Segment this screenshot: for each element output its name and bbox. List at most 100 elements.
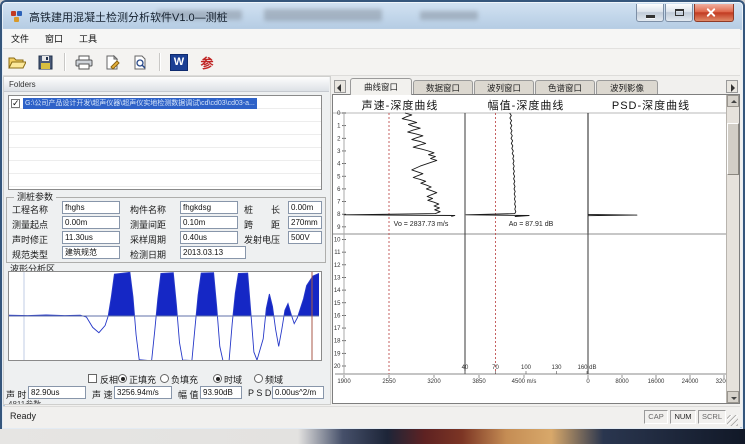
svg-text:1900: 1900 bbox=[337, 379, 351, 385]
preview-button[interactable] bbox=[128, 51, 152, 73]
sound-speed-field[interactable]: 3256.94m/s bbox=[114, 386, 172, 399]
open-button[interactable] bbox=[5, 51, 29, 73]
field-label: 跨 距 bbox=[244, 218, 280, 231]
svg-text:5: 5 bbox=[337, 174, 341, 180]
svg-text:9: 9 bbox=[337, 225, 341, 231]
pile-length-field[interactable]: 0.00m bbox=[288, 201, 322, 214]
depth-curves-plot: 0123456789101112131415161718192019002550… bbox=[333, 95, 726, 403]
svg-text:32000: 32000 bbox=[716, 379, 726, 385]
tab-curve-window[interactable]: 曲线窗口 bbox=[350, 78, 412, 95]
word-report-button[interactable]: W bbox=[167, 51, 191, 73]
fill-negative-radio[interactable] bbox=[160, 374, 169, 383]
svg-text:11: 11 bbox=[334, 250, 341, 256]
menu-file[interactable]: 文件 bbox=[3, 30, 37, 47]
glass-reflection bbox=[420, 11, 478, 20]
sample-period-field[interactable]: 0.40us bbox=[180, 231, 238, 244]
toolbar-separator bbox=[64, 53, 65, 71]
app-icon bbox=[11, 11, 24, 22]
velocity-chart-title: 声速-深度曲线 bbox=[333, 97, 467, 113]
voltage-field[interactable]: 500V bbox=[288, 231, 322, 244]
svg-text:16000: 16000 bbox=[648, 379, 665, 385]
amplitude-chart-title: 幅值-深度曲线 bbox=[459, 97, 593, 113]
save-button[interactable] bbox=[33, 51, 57, 73]
folders-panel-header[interactable]: Folders bbox=[4, 77, 329, 92]
up-arrow-icon bbox=[731, 100, 737, 103]
fill-positive-radio[interactable] bbox=[118, 374, 127, 383]
minimize-button[interactable] bbox=[636, 4, 664, 22]
amplitude-field[interactable]: 93.90dB bbox=[200, 386, 242, 399]
svg-text:2: 2 bbox=[337, 136, 341, 142]
scroll-up-button[interactable] bbox=[727, 95, 739, 107]
caps-indicator: CAP bbox=[644, 410, 668, 424]
file-checkbox[interactable] bbox=[11, 99, 20, 108]
freq-domain-label: 频域 bbox=[265, 373, 283, 386]
tab-scroll-left-button[interactable] bbox=[334, 80, 346, 93]
waveform-plot bbox=[9, 272, 321, 360]
parameter-icon: 参 bbox=[200, 53, 213, 72]
component-name-field[interactable]: fhgkdsg bbox=[180, 201, 238, 214]
svg-text:13: 13 bbox=[334, 275, 341, 281]
menu-tools[interactable]: 工具 bbox=[71, 30, 105, 47]
print-button[interactable] bbox=[72, 51, 96, 73]
tab-spectrum-window[interactable]: 色谱窗口 bbox=[535, 80, 595, 94]
svg-text:100: 100 bbox=[521, 365, 532, 371]
test-date-field[interactable]: 2013.03.13 bbox=[180, 246, 246, 259]
status-message: Ready bbox=[10, 411, 36, 421]
menu-window[interactable]: 窗口 bbox=[37, 30, 71, 47]
field-label: 构件名称 bbox=[130, 203, 166, 216]
field-label: 测量间距 bbox=[130, 218, 166, 231]
time-domain-radio[interactable] bbox=[213, 374, 222, 383]
invert-checkbox[interactable] bbox=[88, 374, 97, 383]
svg-text:3: 3 bbox=[337, 149, 341, 155]
svg-text:40: 40 bbox=[462, 365, 469, 371]
file-list[interactable]: G:\公司产品设计开发\超声仪器\超声仪实地检测数据调试\cd\cd03\cd0… bbox=[8, 95, 322, 190]
save-floppy-icon bbox=[38, 55, 53, 70]
reading-label: 幅 值 bbox=[178, 388, 199, 401]
export-button[interactable] bbox=[100, 51, 124, 73]
svg-text:4: 4 bbox=[337, 162, 341, 168]
scroll-down-button[interactable] bbox=[727, 391, 739, 403]
scroll-indicator: SCRL bbox=[698, 410, 726, 424]
sound-time-field[interactable]: 82.90us bbox=[28, 386, 86, 399]
svg-text:Vo = 2837.73 m/s: Vo = 2837.73 m/s bbox=[394, 221, 449, 228]
psd-field[interactable]: 0.00us^2/m bbox=[272, 386, 324, 399]
field-label: 桩 长 bbox=[244, 203, 280, 216]
pile-params-title: 测桩参数 bbox=[14, 190, 56, 203]
tab-wavetrain-image[interactable]: 波列影像 bbox=[596, 80, 658, 94]
tab-data-window[interactable]: 数据窗口 bbox=[413, 80, 473, 94]
page-edit-icon bbox=[105, 55, 120, 70]
freq-domain-radio[interactable] bbox=[254, 374, 263, 383]
time-correction-field[interactable]: 11.30us bbox=[62, 231, 120, 244]
waveform-display[interactable] bbox=[8, 271, 322, 361]
invert-label: 反相 bbox=[100, 373, 118, 386]
resize-grip[interactable] bbox=[727, 415, 738, 426]
svg-text:7: 7 bbox=[337, 200, 341, 206]
tab-scroll-right-button[interactable] bbox=[726, 80, 738, 93]
chart-scrollbar[interactable] bbox=[726, 95, 739, 403]
scrollbar-thumb[interactable] bbox=[727, 123, 739, 175]
close-button[interactable] bbox=[694, 4, 734, 22]
standard-type-field[interactable]: 建筑规范 bbox=[62, 246, 120, 259]
svg-text:2550: 2550 bbox=[382, 379, 396, 385]
curve-chart-area[interactable]: 0123456789101112131415161718192019002550… bbox=[332, 94, 740, 404]
toolbar: W 参 bbox=[3, 49, 740, 76]
project-name-field[interactable]: fhghs bbox=[62, 201, 120, 214]
svg-text:18: 18 bbox=[334, 339, 341, 345]
file-list-item[interactable]: G:\公司产品设计开发\超声仪器\超声仪实地检测数据调试\cd\cd03\cd0… bbox=[11, 97, 257, 109]
right-arrow-icon bbox=[731, 84, 735, 92]
maximize-button[interactable] bbox=[665, 4, 693, 22]
tab-wavetrain-window[interactable]: 波列窗口 bbox=[474, 80, 534, 94]
interval-field[interactable]: 0.10m bbox=[180, 216, 238, 229]
open-folder-icon bbox=[8, 55, 26, 70]
parameter-button[interactable]: 参 bbox=[195, 51, 219, 73]
field-label: 发射电压 bbox=[244, 233, 280, 246]
span-field[interactable]: 270mm bbox=[288, 216, 322, 229]
word-icon: W bbox=[170, 54, 188, 71]
svg-text:8000: 8000 bbox=[615, 379, 629, 385]
title-bar[interactable]: 高铁建用混凝土检测分析软件V1.0—测桩 bbox=[2, 2, 743, 29]
svg-text:14: 14 bbox=[334, 288, 341, 294]
start-point-field[interactable]: 0.00m bbox=[62, 216, 120, 229]
desktop-background bbox=[0, 429, 745, 444]
field-label: 测量起点 bbox=[12, 218, 48, 231]
svg-text:4500 m/s: 4500 m/s bbox=[512, 379, 537, 385]
